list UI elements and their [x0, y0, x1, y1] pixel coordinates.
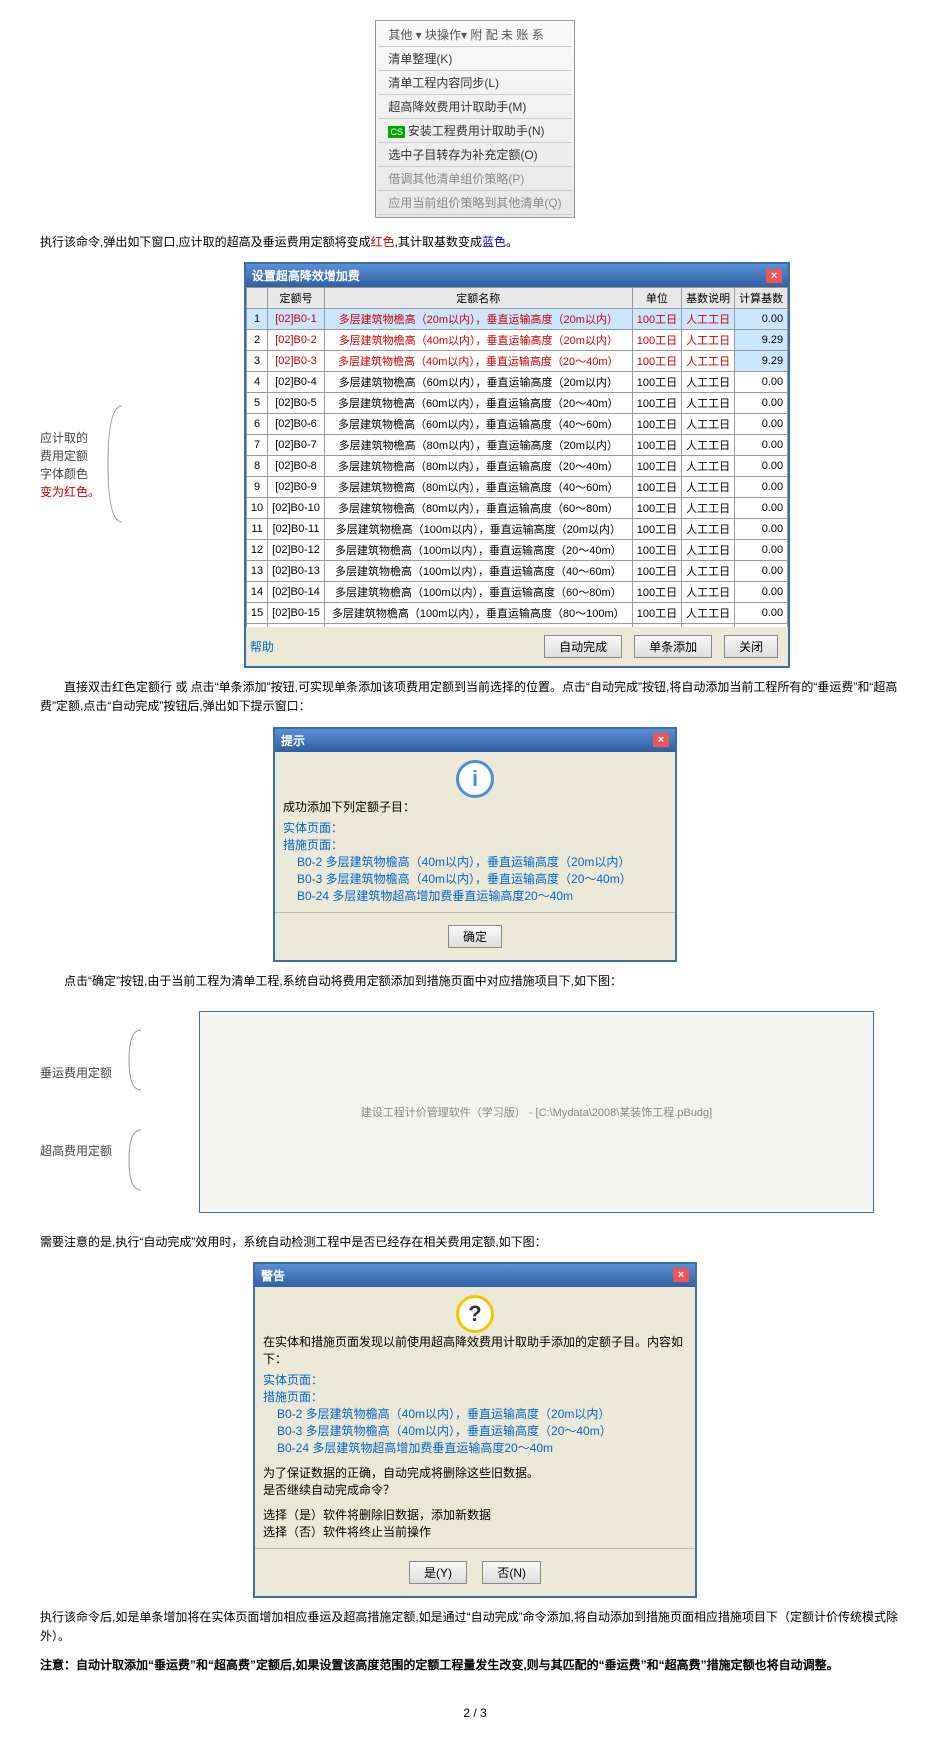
menu-item[interactable]: 清单整理(K) — [378, 47, 571, 71]
table-row[interactable]: 5[02]B0-5多层建筑物檐高（60m以内），垂直运输高度（20～40m）10… — [246, 393, 787, 414]
table-row[interactable]: 8[02]B0-8多层建筑物檐高（80m以内），垂直运输高度（20～40m）10… — [246, 456, 787, 477]
bracket-icon — [125, 1001, 163, 1223]
col-header: 定额号 — [268, 288, 325, 309]
menu-popup: 其他 ▾ 块操作▾ 附 配 未 账 系 清单整理(K) 清单工程内容同步(L) … — [375, 20, 574, 218]
col-header: 基数说明 — [682, 288, 735, 309]
side-label: 超高费用定额 — [40, 1142, 125, 1160]
paragraph: 执行该命令后,如是单条增加将在实体页面增加相应垂运及超高措施定额,如是通过“自动… — [40, 1608, 910, 1646]
close-icon[interactable]: × — [653, 733, 669, 747]
menu-item[interactable]: 安装工程费用计取助手(N) — [378, 119, 571, 143]
menu-header: 其他 ▾ 块操作▾ 附 配 未 账 系 — [378, 23, 571, 47]
warning-icon: ? — [456, 1295, 494, 1333]
table-row[interactable]: 9[02]B0-9多层建筑物檐高（80m以内），垂直运输高度（40～60m）10… — [246, 477, 787, 498]
note-paragraph: 注意：自动计取添加“垂运费”和“超高费”定额后,如果设置该高度范围的定额工程量发… — [40, 1656, 910, 1675]
menu-item-disabled: 借调其他清单组价策略(P) — [378, 167, 571, 191]
table-row[interactable]: 7[02]B0-7多层建筑物檐高（80m以内），垂直运输高度（20m以内）100… — [246, 435, 787, 456]
bracket-icon — [104, 262, 124, 668]
paragraph: 点击“确定”按钮,由于当前工程为清单工程,系统自动将费用定额添加到措施页面中对应… — [40, 972, 910, 991]
menu-item[interactable]: 选中子目转存为补充定额(O) — [378, 143, 571, 167]
side-label: 应计取的 费用定额 字体颜色 变为红色。 — [40, 262, 104, 668]
warning-content: 在实体和措施页面发现以前使用超高降效费用计取助手添加的定额子目。内容如下： 实体… — [263, 1333, 687, 1540]
col-header — [246, 288, 267, 309]
close-icon[interactable]: × — [766, 269, 782, 283]
menu-item[interactable]: 超高降效费用计取助手(M) — [378, 95, 571, 119]
auto-complete-button[interactable]: 自动完成 — [544, 635, 622, 658]
instruction-text: 执行该命令,弹出如下窗口,应计取的超高及垂运费用定额将变成红色,其计取基数变成蓝… — [40, 233, 910, 252]
table-row[interactable]: 12[02]B0-12多层建筑物檐高（100m以内），垂直运输高度（20～40m… — [246, 540, 787, 561]
col-header: 单位 — [632, 288, 681, 309]
col-header: 计算基数 — [735, 288, 788, 309]
yes-button[interactable]: 是(Y) — [409, 1561, 467, 1584]
table-row[interactable]: 14[02]B0-14多层建筑物檐高（100m以内），垂直运输高度（60～80m… — [246, 582, 787, 603]
paragraph: 需要注意的是,执行“自动完成”效用时，系统自动检测工程中是否已经存在相关费用定额… — [40, 1233, 910, 1252]
menu-item-disabled: 应用当前组价策略到其他清单(Q) — [378, 191, 571, 215]
dialog-title: 提示 — [281, 732, 305, 749]
table-row[interactable]: 11[02]B0-11多层建筑物檐高（100m以内），垂直运输高度（20m以内）… — [246, 519, 787, 540]
info-icon: i — [456, 760, 494, 798]
table-row[interactable]: 15[02]B0-15多层建筑物檐高（100m以内），垂直运输高度（80～100… — [246, 603, 787, 624]
no-button[interactable]: 否(N) — [482, 1561, 541, 1584]
prompt-content: 成功添加下列定额子目： 实体页面： 措施页面： B0-2 多层建筑物檐高（40m… — [283, 798, 667, 904]
side-label: 垂运费用定额 — [40, 1064, 125, 1082]
warning-dialog: 警告 × ? 在实体和措施页面发现以前使用超高降效费用计取助手添加的定额子目。内… — [253, 1262, 697, 1598]
dialog-title: 设置超高降效增加费 — [252, 267, 360, 284]
help-link[interactable]: 帮助 — [250, 638, 274, 655]
settings-dialog: 设置超高降效增加费 × 定额号定额名称单位基数说明计算基数 1[02]B0-1多… — [244, 262, 790, 668]
dialog-title: 警告 — [261, 1267, 285, 1284]
col-header: 定额名称 — [324, 288, 632, 309]
table-row[interactable]: 10[02]B0-10多层建筑物檐高（80m以内），垂直运输高度（60～80m）… — [246, 498, 787, 519]
table-row[interactable]: 2[02]B0-2多层建筑物檐高（40m以内），垂直运输高度（20m以内）100… — [246, 330, 787, 351]
quota-table: 定额号定额名称单位基数说明计算基数 1[02]B0-1多层建筑物檐高（20m以内… — [246, 287, 788, 627]
table-row[interactable]: 1[02]B0-1多层建筑物檐高（20m以内），垂直运输高度（20m以内）100… — [246, 309, 787, 330]
close-icon[interactable]: × — [673, 1268, 689, 1282]
table-row[interactable]: 3[02]B0-3多层建筑物檐高（40m以内），垂直运输高度（20～40m）10… — [246, 351, 787, 372]
close-button[interactable]: 关闭 — [724, 635, 778, 658]
table-row[interactable]: 4[02]B0-4多层建筑物檐高（60m以内），垂直运输高度（20m以内）100… — [246, 372, 787, 393]
prompt-dialog: 提示 × i 成功添加下列定额子目： 实体页面： 措施页面： B0-2 多层建筑… — [273, 727, 677, 962]
menu-item[interactable]: 清单工程内容同步(L) — [378, 71, 571, 95]
table-row[interactable]: 13[02]B0-13多层建筑物檐高（100m以内），垂直运输高度（40～60m… — [246, 561, 787, 582]
app-screenshot: 建设工程计价管理软件（学习版） - [C:\Mydata\2008\某装饰工程.… — [199, 1011, 873, 1213]
paragraph: 直接双击红色定额行 或 点击“单条添加”按钮,可实现单条添加该项费用定额到当前选… — [40, 678, 910, 716]
ok-button[interactable]: 确定 — [448, 925, 502, 948]
table-row[interactable]: 6[02]B0-6多层建筑物檐高（60m以内），垂直运输高度（40～60m）10… — [246, 414, 787, 435]
page-number: 2 / 3 — [40, 1706, 910, 1720]
single-add-button[interactable]: 单条添加 — [634, 635, 712, 658]
